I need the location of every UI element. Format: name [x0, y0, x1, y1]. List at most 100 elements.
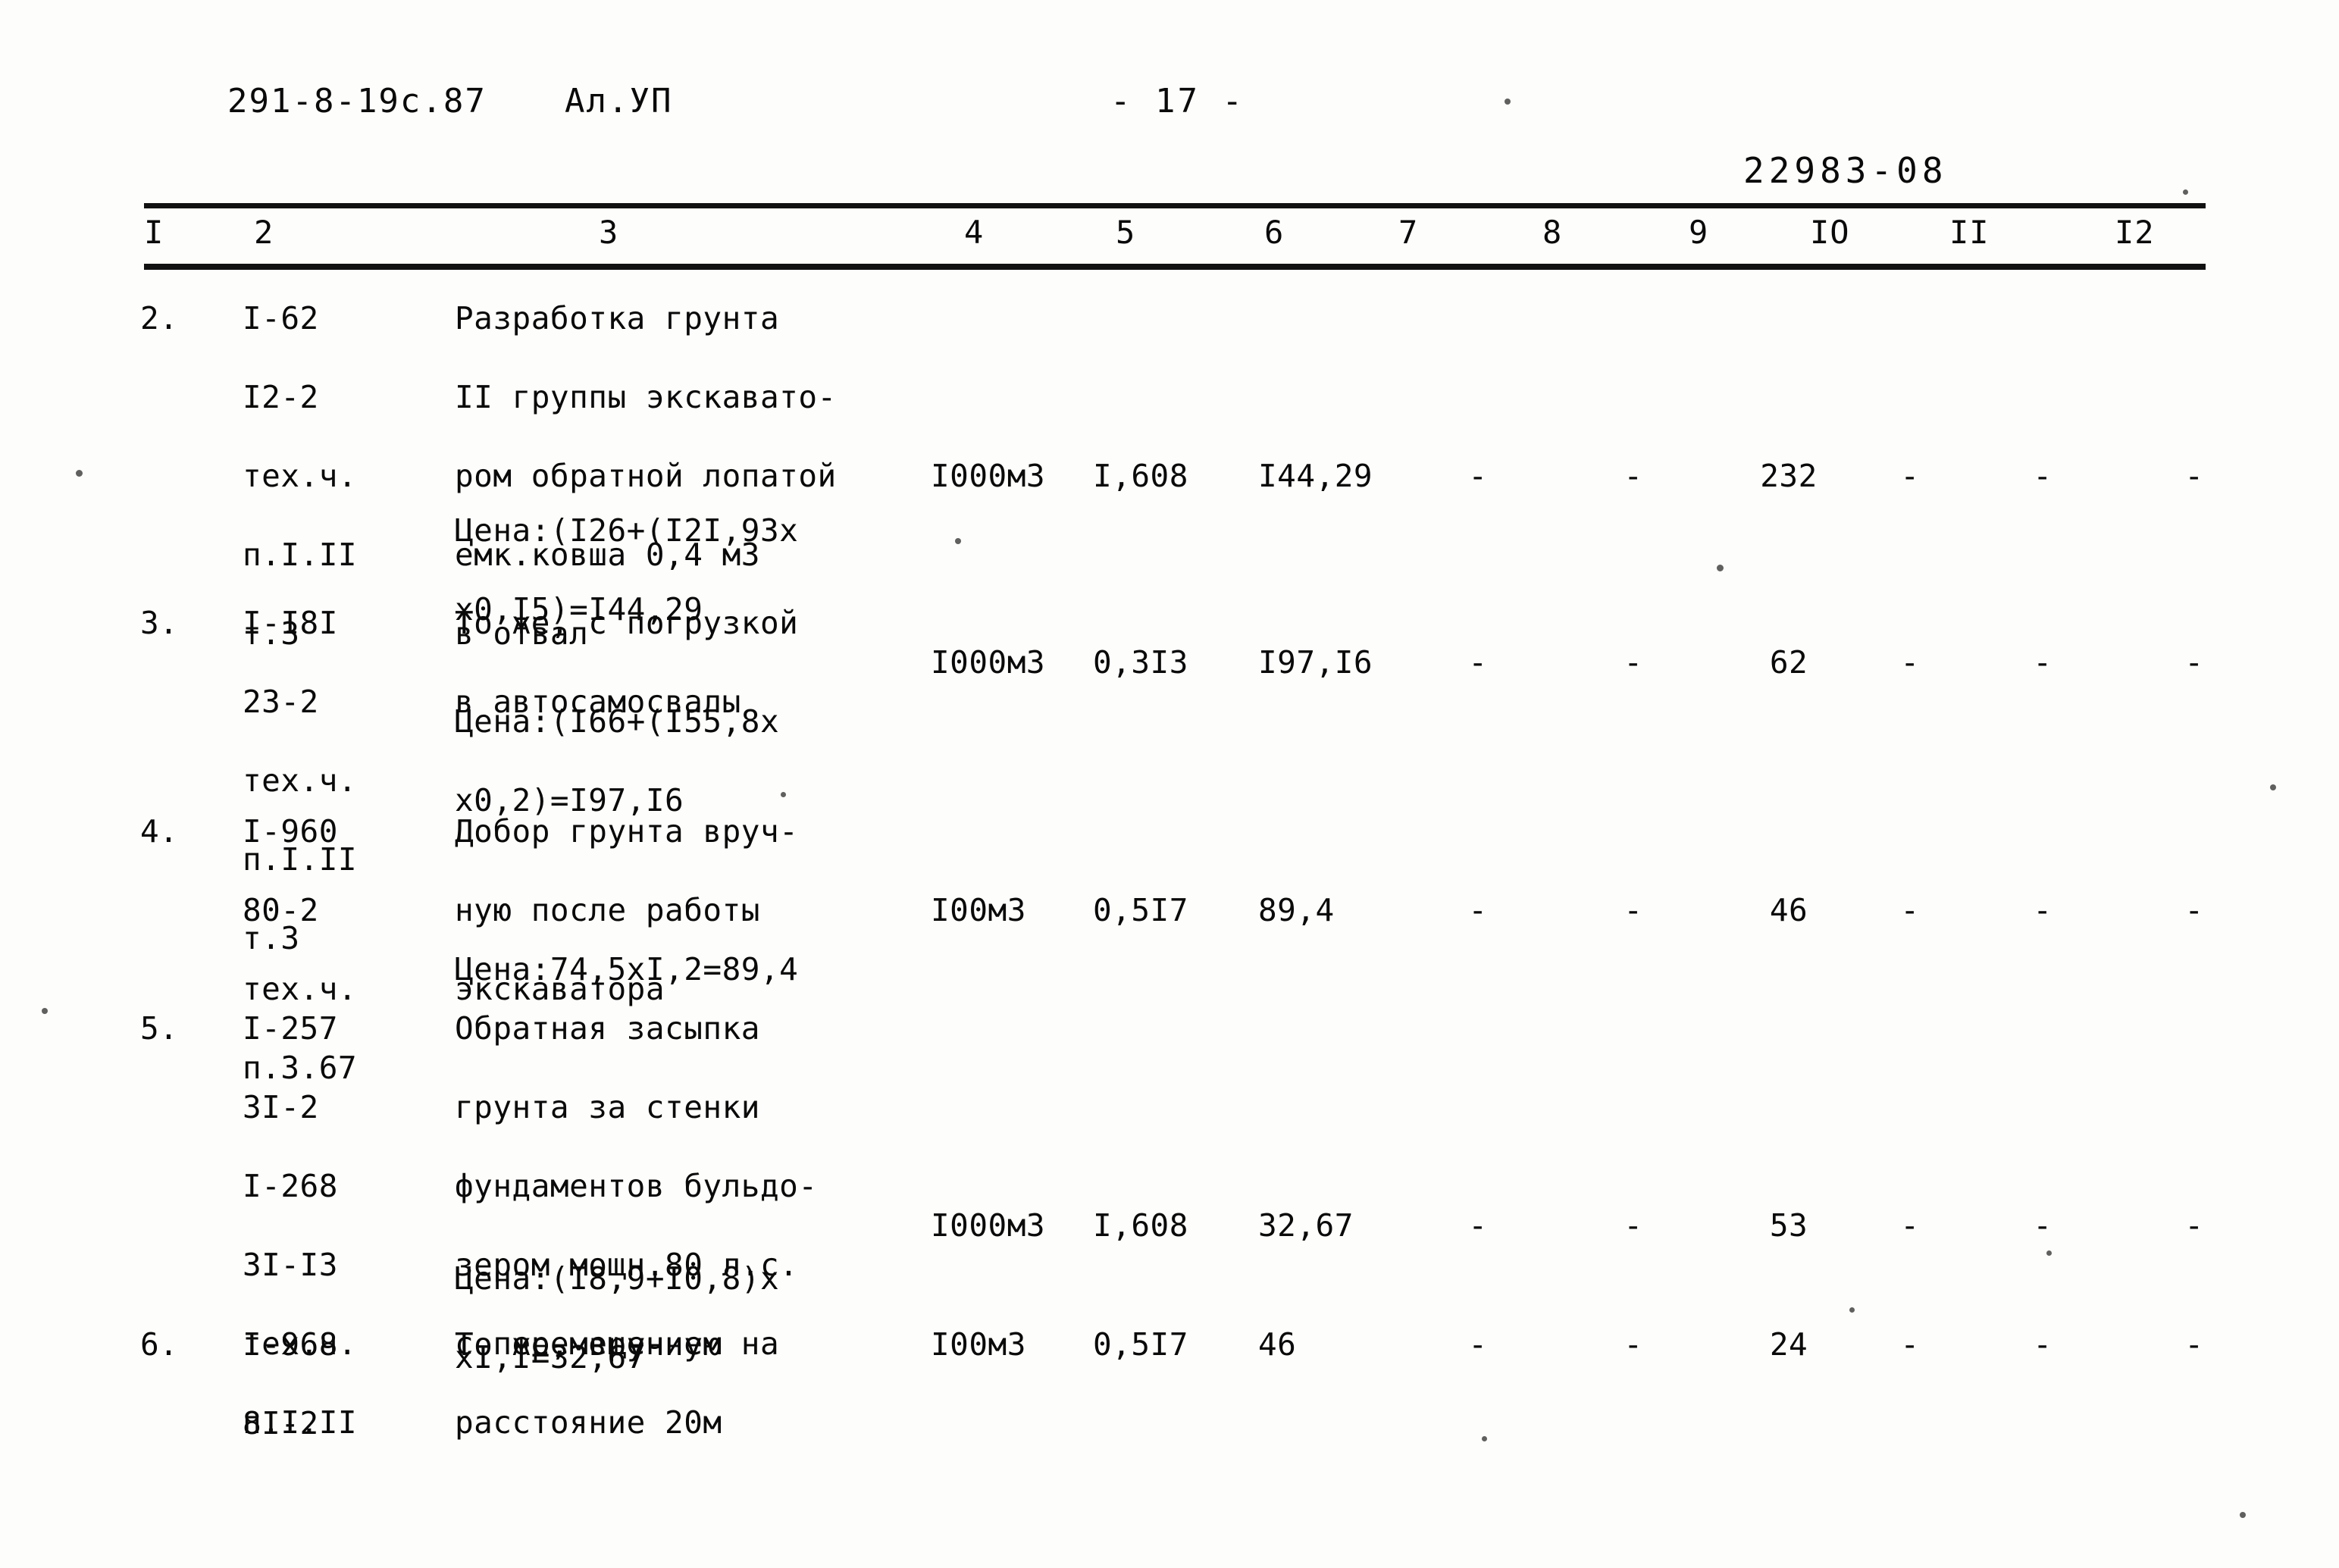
- price-note-line: Цена:(I66+(I55,8х: [455, 703, 780, 740]
- row-col12: -: [2184, 644, 2204, 681]
- column-number-5: 5: [1116, 214, 1136, 251]
- row-col9: 232: [1760, 458, 1818, 494]
- row-unit: I000м3: [931, 1207, 1046, 1244]
- code-line: 8I-2: [243, 1405, 319, 1441]
- row-col12: -: [2184, 1326, 2204, 1363]
- description-line: II группы экскавато-: [455, 379, 837, 415]
- code-line: 3I-I3: [243, 1247, 338, 1283]
- row-price: 32,67: [1258, 1207, 1354, 1244]
- row-col9: 24: [1769, 1326, 1808, 1363]
- code-line: 3I-2: [243, 1089, 319, 1125]
- code-line: тех.ч.: [243, 971, 358, 1007]
- code-line: I-257: [243, 1010, 338, 1047]
- row-col7: -: [1468, 892, 1488, 928]
- row-col10: -: [1900, 644, 1920, 681]
- row-code-list: I-968 8I-2: [243, 1325, 432, 1443]
- row-price: 46: [1258, 1326, 1297, 1363]
- description-line: Добор грунта вруч-: [455, 813, 799, 850]
- row-col11: -: [2033, 892, 2052, 928]
- column-number-1: I: [144, 214, 164, 251]
- column-number-6: 6: [1264, 214, 1285, 251]
- code-line: I-268: [243, 1168, 338, 1204]
- document-page: 291-8-19с.87 Ал.УП - 17 - 22983-08 I 2 3…: [0, 0, 2339, 1568]
- row-number: 5.: [140, 1010, 179, 1047]
- scan-speckle: [76, 470, 83, 477]
- code-line: I2-2: [243, 379, 319, 415]
- row-unit: I000м3: [931, 644, 1046, 681]
- row-description: То же, вручную: [455, 1325, 910, 1364]
- row-number: 2.: [140, 300, 179, 336]
- row-price-note: Цена:(I66+(I55,8х х0,2)=I97,I6: [455, 702, 940, 820]
- row-col7: -: [1468, 1207, 1488, 1244]
- scan-speckle: [1482, 1436, 1487, 1441]
- column-number-9: 9: [1689, 214, 1709, 251]
- row-quantity: 0,3I3: [1093, 644, 1188, 681]
- column-number-4: 4: [964, 214, 985, 251]
- column-number-11: II: [1949, 214, 1990, 251]
- description-line: Обратная засыпка: [455, 1010, 760, 1047]
- code-line: I-968: [243, 1326, 338, 1363]
- row-col11: -: [2033, 1326, 2052, 1363]
- column-number-8: 8: [1542, 214, 1563, 251]
- description-line: фундаментов бульдо-: [455, 1168, 818, 1204]
- row-col11: -: [2033, 644, 2052, 681]
- scan-speckle: [1505, 99, 1511, 105]
- description-line: То же, вручную: [455, 1326, 722, 1363]
- row-price-note: Цена:74,5хI,2=89,4: [455, 950, 940, 989]
- code-line: тех.ч.: [243, 458, 358, 494]
- row-col8: -: [1624, 892, 1643, 928]
- row-quantity: I,608: [1093, 1207, 1188, 1244]
- row-unit: I000м3: [931, 458, 1046, 494]
- row-col10: -: [1900, 892, 1920, 928]
- row-description: Обратная засыпка грунта за стенки фундам…: [455, 1009, 910, 1442]
- row-unit: I00м3: [931, 892, 1026, 928]
- row-number: 4.: [140, 813, 179, 850]
- code-line: тех.ч.: [243, 762, 358, 799]
- scan-speckle: [2240, 1512, 2246, 1518]
- scan-speckle: [781, 792, 786, 797]
- row-col10: -: [1900, 458, 1920, 494]
- row-col8: -: [1624, 458, 1643, 494]
- scan-speckle: [2270, 784, 2276, 790]
- row-col12: -: [2184, 1207, 2204, 1244]
- row-col9: 46: [1769, 892, 1808, 928]
- column-number-2: 2: [254, 214, 274, 251]
- row-col8: -: [1624, 644, 1643, 681]
- description-line: ром обратной лопатой: [455, 458, 837, 494]
- column-number-3: 3: [599, 214, 619, 251]
- scan-speckle: [955, 538, 961, 544]
- row-price: I44,29: [1258, 458, 1373, 494]
- table-top-rule: [144, 203, 2206, 208]
- row-col12: -: [2184, 458, 2204, 494]
- scan-speckle: [1717, 565, 1724, 571]
- row-col7: -: [1468, 1326, 1488, 1363]
- page-header: 291-8-19с.87 Ал.УП - 17 - 22983-08: [0, 82, 2339, 191]
- row-price: 89,4: [1258, 892, 1335, 928]
- column-number-7: 7: [1398, 214, 1419, 251]
- album-label: Ал.УП: [565, 82, 673, 120]
- column-number-12: I2: [2115, 214, 2155, 251]
- code-line: I-I8I: [243, 605, 338, 641]
- row-quantity: 0,5I7: [1093, 892, 1188, 928]
- row-col10: -: [1900, 1207, 1920, 1244]
- description-line: расстояние 20м: [455, 1404, 722, 1441]
- scan-speckle: [1849, 1307, 1855, 1313]
- page-number: - 17 -: [1110, 82, 1245, 120]
- document-code: 291-8-19с.87: [227, 82, 487, 120]
- row-col7: -: [1468, 458, 1488, 494]
- row-col11: -: [2033, 1207, 2052, 1244]
- row-col7: -: [1468, 644, 1488, 681]
- price-note-line: Цена:74,5хI,2=89,4: [455, 951, 799, 987]
- code-line: 23-2: [243, 684, 319, 720]
- row-price: I97,I6: [1258, 644, 1373, 681]
- row-code-list: I-62 I2-2 тех.ч. п.I.II т.3: [243, 299, 432, 653]
- row-col11: -: [2033, 458, 2052, 494]
- row-col8: -: [1624, 1326, 1643, 1363]
- row-col8: -: [1624, 1207, 1643, 1244]
- description-line: То же, с погрузкой: [455, 605, 799, 641]
- row-quantity: 0,5I7: [1093, 1326, 1188, 1363]
- table-column-numbers: I 2 3 4 5 6 7 8 9 IO II I2: [0, 214, 2339, 261]
- scan-speckle: [2046, 1250, 2052, 1256]
- price-note-line: Цена:(I8,9+I0,8)х: [455, 1260, 780, 1297]
- row-col12: -: [2184, 892, 2204, 928]
